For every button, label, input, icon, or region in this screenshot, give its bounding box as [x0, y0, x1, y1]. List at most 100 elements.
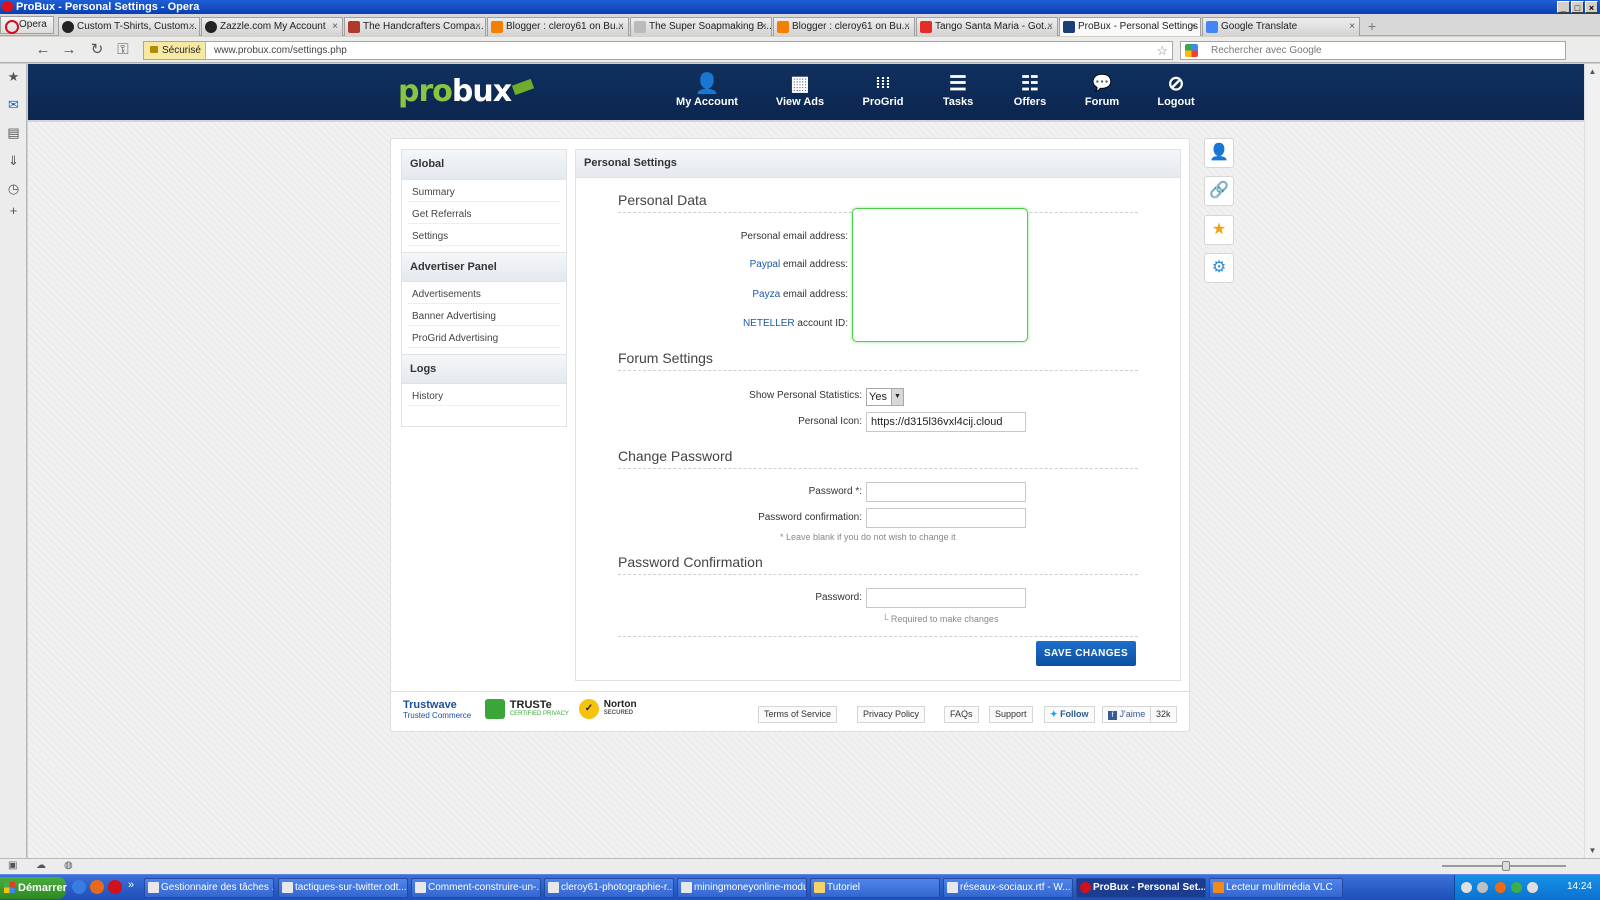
panel-toggle-icon[interactable]: ▣ [8, 860, 17, 871]
taskbar-item[interactable]: Gestionnaire des tâches ... [144, 878, 274, 898]
chevron-down-icon[interactable]: ▼ [891, 389, 903, 405]
sidebar-item-history[interactable]: History [408, 387, 560, 406]
nav-progrid[interactable]: ⁞⁞⁞ ProGrid [858, 72, 908, 116]
taskbar-item[interactable]: réseaux-sociaux.rtf - W... [943, 878, 1073, 898]
sidebar-item-settings[interactable]: Settings [408, 227, 560, 246]
browser-tab[interactable]: Google Translate × [1202, 17, 1360, 36]
sidebar-item-banner-advertising[interactable]: Banner Advertising [408, 307, 560, 326]
sidebar-item-advertisements[interactable]: Advertisements [408, 285, 560, 304]
probux-logo[interactable]: probux [398, 74, 535, 109]
tab-close-icon[interactable]: × [475, 18, 481, 36]
tab-close-icon[interactable]: × [904, 18, 910, 36]
nav-offers[interactable]: ☷ Offers [1008, 72, 1052, 116]
add-panel-icon[interactable]: + [6, 203, 21, 218]
taskbar-item[interactable]: tactiques-sur-twitter.odt... [278, 878, 408, 898]
more-quicklaunch-icon[interactable]: » [128, 879, 134, 891]
taskbar-item[interactable]: Tutoriel [810, 878, 940, 898]
zoom-slider-handle[interactable] [1502, 861, 1510, 871]
taskbar-item[interactable]: Comment-construire-un-... [411, 878, 541, 898]
mail-icon[interactable]: ✉ [6, 97, 21, 112]
tab-close-icon[interactable]: × [189, 18, 195, 36]
page-scrollbar[interactable]: ▲ ▼ [1584, 64, 1600, 858]
scroll-up-icon[interactable]: ▲ [1587, 66, 1598, 77]
browser-tab[interactable]: Custom T-Shirts, Custom... × [58, 17, 200, 36]
security-tray-icon[interactable] [1511, 882, 1522, 893]
user-avatar-icon[interactable]: 👤 [1204, 138, 1234, 168]
tab-close-icon[interactable]: × [332, 18, 338, 36]
network-icon[interactable] [1477, 882, 1488, 893]
trustwave-badge[interactable]: Trustwave Trusted Commerce [403, 699, 471, 727]
taskbar-item[interactable]: miningmoneyonline-modu... [677, 878, 807, 898]
truste-badge[interactable]: TRUSTe CERTIFIED PRIVACY [485, 699, 569, 727]
terms-of-service-link[interactable]: Terms of Service [758, 706, 838, 723]
scroll-down-icon[interactable]: ▼ [1587, 845, 1598, 856]
new-tab-button[interactable]: + [1364, 18, 1380, 34]
bookmark-star-icon[interactable]: ☆ [1156, 42, 1168, 59]
tab-close-icon[interactable]: × [618, 18, 624, 36]
nav-my-account[interactable]: 👤 My Account [676, 72, 738, 116]
nav-forum[interactable]: 💬 Forum [1080, 72, 1124, 116]
privacy-policy-link[interactable]: Privacy Policy [857, 706, 926, 723]
payment-fields-box[interactable] [852, 208, 1028, 342]
close-window-button[interactable]: × [1585, 1, 1598, 13]
gear-icon[interactable]: ⚙ [1204, 253, 1234, 283]
ie-quicklaunch-icon[interactable] [72, 880, 86, 894]
notes-icon[interactable]: ▤ [6, 125, 21, 140]
browser-tab[interactable]: Blogger : cleroy61 on Bu... × [487, 17, 629, 36]
url-text[interactable]: www.probux.com/settings.php [214, 42, 347, 59]
search-placeholder[interactable]: Rechercher avec Google [1211, 42, 1322, 59]
twitter-follow-button[interactable]: ✦ Follow [1044, 706, 1095, 723]
browser-tab-active[interactable]: ProBux - Personal Settings × [1059, 17, 1201, 36]
payza-link[interactable]: Payza [752, 289, 780, 300]
current-password-input[interactable] [866, 588, 1026, 608]
bookmarks-star-icon[interactable]: ★ [6, 69, 21, 84]
save-changes-button[interactable]: SAVE CHANGES [1036, 641, 1136, 666]
show-stats-select[interactable]: Yes ▼ [866, 388, 904, 406]
firefox-quicklaunch-icon[interactable] [90, 880, 104, 894]
key-icon[interactable]: ⚿ [114, 41, 132, 59]
link-icon[interactable]: 🔗 [1204, 176, 1234, 206]
opera-menu-button[interactable]: Opera [0, 16, 54, 34]
taskbar-item-active[interactable]: ProBux - Personal Set... [1076, 878, 1206, 898]
help-icon[interactable] [1461, 882, 1472, 893]
secure-badge[interactable]: Sécurisé [144, 42, 206, 59]
downloads-icon[interactable]: ⇓ [6, 153, 21, 168]
back-icon[interactable]: ← [34, 41, 52, 59]
history-clock-icon[interactable]: ◷ [6, 181, 21, 196]
sidebar-item-progrid-advertising[interactable]: ProGrid Advertising [408, 329, 560, 348]
search-input[interactable]: Rechercher avec Google [1180, 41, 1566, 60]
forward-icon[interactable]: → [60, 41, 78, 59]
sidebar-item-get-referrals[interactable]: Get Referrals [408, 205, 560, 224]
faqs-link[interactable]: FAQs [944, 706, 979, 723]
norton-badge[interactable]: ✓ Norton SECURED [579, 699, 637, 727]
personal-icon-input[interactable]: https://d315l36vxl4cij.cloud [866, 412, 1026, 432]
browser-tab[interactable]: Blogger : cleroy61 on Bu... × [773, 17, 915, 36]
firefox-tray-icon[interactable] [1495, 882, 1506, 893]
google-icon[interactable] [1185, 44, 1198, 57]
taskbar-item[interactable]: cleroy61-photographie-r... [544, 878, 674, 898]
nav-logout[interactable]: ⊘ Logout [1154, 72, 1198, 116]
tab-close-icon[interactable]: × [1047, 18, 1053, 36]
maximize-button[interactable]: □ [1571, 1, 1584, 13]
turbo-icon[interactable]: ◍ [64, 860, 73, 871]
neteller-link[interactable]: NETELLER [743, 318, 795, 329]
sidebar-item-summary[interactable]: Summary [408, 183, 560, 202]
password-confirmation-input[interactable] [866, 508, 1026, 528]
tab-close-icon[interactable]: × [1190, 18, 1196, 36]
nav-view-ads[interactable]: ▦ View Ads [772, 72, 828, 116]
paypal-link[interactable]: Paypal [750, 259, 781, 270]
nav-tasks[interactable]: ☰ Tasks [938, 72, 978, 116]
facebook-like-button[interactable]: f J'aime [1102, 706, 1152, 723]
taskbar-item[interactable]: Lecteur multimédia VLC [1209, 878, 1343, 898]
tab-close-icon[interactable]: × [761, 18, 767, 36]
cloud-icon[interactable]: ☁ [36, 860, 46, 871]
browser-tab[interactable]: The Super Soapmaking B... × [630, 17, 772, 36]
star-icon[interactable]: ★ [1204, 215, 1234, 245]
minimize-button[interactable]: _ [1557, 1, 1570, 13]
new-password-input[interactable] [866, 482, 1026, 502]
browser-tab[interactable]: Tango Santa Maria - Got... × [916, 17, 1058, 36]
browser-tab[interactable]: The Handcrafters Compa... × [344, 17, 486, 36]
reload-icon[interactable]: ↻ [88, 41, 106, 59]
opera-quicklaunch-icon[interactable] [108, 880, 122, 894]
browser-tab[interactable]: Zazzle.com My Account × [201, 17, 343, 36]
